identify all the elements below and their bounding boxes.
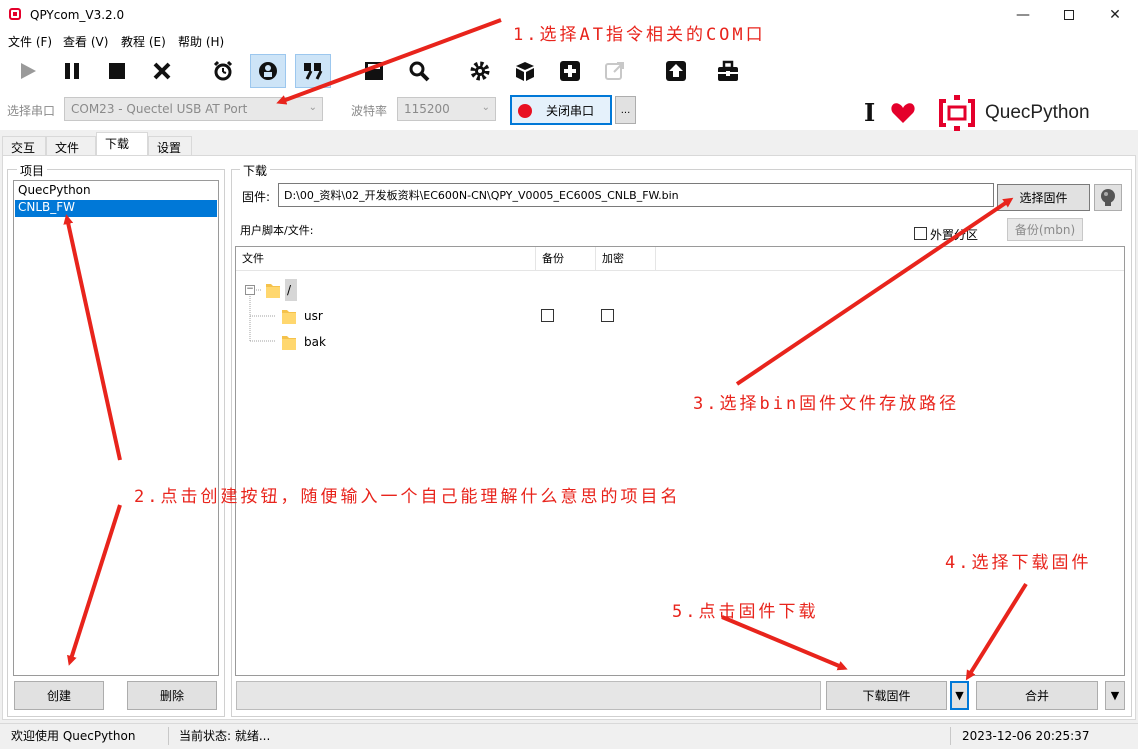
stop-icon[interactable] [99,54,135,88]
play-icon[interactable] [10,54,46,88]
settings-icon[interactable] [462,54,498,88]
external-partition-label: 外置分区 [930,228,979,242]
quecpython-logo-icon [939,95,975,131]
delete-button[interactable]: 删除 [127,681,217,710]
project-list[interactable]: QuecPython CNLB_FW [13,180,219,676]
external-link-icon[interactable] [597,54,633,88]
window-title: QPYcom_V3.2.0 [30,8,125,22]
heart-icon [891,103,915,123]
download-options-dropdown[interactable]: ▼ [950,681,969,710]
search-icon[interactable] [401,54,437,88]
project-group-title: 项目 [17,162,48,179]
quote-icon[interactable] [295,54,331,88]
chevron-down-icon: ⌄ [481,102,490,113]
annotation-step-5: 5.点击固件下载 [672,602,819,622]
menu-file[interactable]: 文件 (F) [8,33,52,50]
cursor-icon: I [864,98,876,127]
column-header-backup[interactable]: 备份 [536,247,596,271]
port-status-icon [518,104,532,118]
create-button[interactable]: 创建 [14,681,104,710]
upload-icon[interactable] [658,54,694,88]
annotation-step-2: 2.点击创建按钮，随便输入一个自己能理解什么意思的项目名 [134,487,681,507]
download-group-title: 下载 [240,162,271,179]
minimize-icon[interactable]: — [1000,0,1046,30]
menu-help[interactable]: 帮助 (H) [178,33,224,50]
tree-item-root[interactable]: / [285,279,297,301]
pause-icon[interactable] [54,54,90,88]
more-button[interactable]: ... [615,96,636,124]
tab-download[interactable]: 下载 [96,132,148,156]
firmware-label: 固件: [242,190,271,204]
column-header-file[interactable]: 文件 [236,247,536,271]
usr-backup-checkbox[interactable] [541,309,554,322]
tab-settings[interactable]: 设置 [148,136,192,156]
port-row: 选择串口 COM23 - Quectel USB AT Port ⌄ 波特率 1… [0,92,1138,131]
list-item[interactable]: CNLB_FW [15,200,217,217]
port-label: 选择串口 [7,104,56,118]
baud-label: 波特率 [351,104,388,118]
status-state: 当前状态: 就绪... [179,729,271,743]
column-header-encrypt[interactable]: 加密 [596,247,656,271]
add-icon[interactable] [552,54,588,88]
folder-icon [266,284,280,298]
choose-firmware-button[interactable]: 选择固件 [997,184,1090,211]
merge-button[interactable]: 合并 [976,681,1098,710]
user-scripts-label: 用户脚本/文件: [240,224,314,237]
backup-mbn-button[interactable]: 备份(mbn) [1007,218,1083,241]
brand-name: QuecPython [985,102,1090,123]
tab-file[interactable]: 文件 [46,136,96,156]
folder-icon [282,336,296,350]
tab-interact[interactable]: 交互 [2,136,46,156]
clear-icon[interactable] [144,54,180,88]
progress-bar [236,681,821,710]
merge-options-dropdown[interactable]: ▼ [1105,681,1125,710]
annotation-step-4: 4.选择下载固件 [945,553,1092,573]
collapse-icon[interactable]: − [245,285,255,295]
maximize-icon[interactable] [1046,0,1092,30]
chevron-down-icon: ⌄ [308,102,317,113]
save-log-icon[interactable] [356,54,392,88]
list-item[interactable]: QuecPython [15,183,217,200]
toolbox-icon[interactable] [710,54,746,88]
alarm-icon[interactable] [205,54,241,88]
status-datetime: 2023-12-06 20:25:37 [962,729,1090,743]
close-port-label: 关闭串口 [545,103,594,118]
package-icon[interactable] [507,54,543,88]
baud-select-value: 115200 [404,102,450,116]
annotation-step-1: 1.选择AT指令相关的COM口 [513,25,766,45]
close-icon[interactable]: ✕ [1092,0,1138,30]
status-divider [168,727,169,745]
app-icon [9,8,21,20]
tab-bar: 交互 文件 下载 设置 [0,132,1138,156]
toolbar [0,52,1138,92]
usr-encrypt-checkbox[interactable] [601,309,614,322]
menu-view[interactable]: 查看 (V) [63,33,108,50]
tree-item-usr[interactable]: usr [304,309,323,323]
external-partition-checkbox[interactable] [914,227,927,240]
close-port-button[interactable]: 关闭串口 [510,95,612,125]
download-firmware-button[interactable]: 下载固件 [826,681,947,710]
folder-icon [282,310,296,324]
baud-select[interactable]: 115200 ⌄ [397,97,496,121]
annotation-step-3: 3.选择bin固件文件存放路径 [693,394,960,414]
status-divider [950,727,951,745]
status-welcome: 欢迎使用 QuecPython [11,729,136,743]
lightbulb-icon[interactable] [1094,184,1122,211]
table-header: 文件 备份 加密 [236,247,1124,271]
port-select-value: COM23 - Quectel USB AT Port [71,102,248,116]
app-window: QPYcom_V3.2.0 — ✕ 文件 (F) 查看 (V) 教程 (E) 帮… [0,0,1138,749]
hex-view-icon[interactable] [250,54,286,88]
menu-tutorial[interactable]: 教程 (E) [121,33,166,50]
tree-item-bak[interactable]: bak [304,335,326,349]
firmware-path-field[interactable]: D:\00_资料\02_开发板资料\EC600N-CN\QPY_V0005_EC… [278,183,994,207]
port-select[interactable]: COM23 - Quectel USB AT Port ⌄ [64,97,323,121]
